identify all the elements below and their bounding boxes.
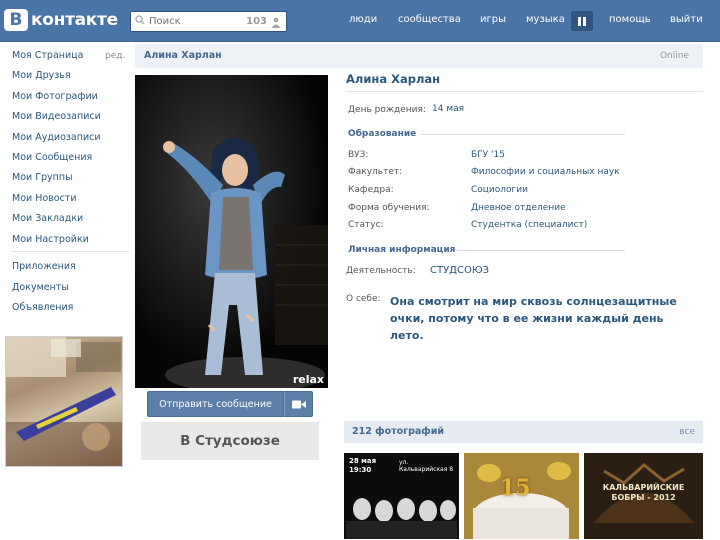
menu-audio[interactable]: Мои Аудиозаписи bbox=[12, 132, 101, 143]
photo-watermark: relax bbox=[292, 373, 324, 386]
menu-my-page[interactable]: Моя Страница bbox=[12, 50, 83, 61]
name-divider bbox=[346, 91, 703, 92]
nav-games[interactable]: игры bbox=[480, 14, 506, 25]
profile-photo[interactable]: relax bbox=[135, 75, 328, 388]
title-name: Алина Харлан bbox=[144, 50, 222, 61]
about-label: О себе: bbox=[346, 294, 381, 304]
education-divider bbox=[420, 134, 625, 135]
logo-icon: В bbox=[4, 9, 28, 31]
photo-thumbnail-1[interactable]: 28 мая 19:30 ул. Кальварийская 8 bbox=[344, 453, 459, 539]
logo-text: контакте bbox=[31, 10, 118, 30]
pause-icon[interactable] bbox=[571, 11, 593, 31]
edu-label-university: ВУЗ: bbox=[348, 150, 369, 160]
nav-help[interactable]: помощь bbox=[609, 14, 651, 25]
menu-documents[interactable]: Документы bbox=[12, 282, 69, 293]
top-header: В контакте 103 люди сообщества игры музы… bbox=[0, 0, 720, 42]
thumb1-time: 19:30 bbox=[349, 466, 372, 474]
thumb1-address: ул. Кальварийская 8 bbox=[399, 459, 454, 473]
edu-value-university[interactable]: БГУ '15 bbox=[471, 150, 505, 160]
birthday-value[interactable]: 14 мая bbox=[432, 104, 464, 114]
menu-friends[interactable]: Мои Друзья bbox=[12, 70, 71, 81]
profile-title-bar: Алина Харлан Online bbox=[135, 44, 703, 68]
profile-name: Алина Харлан bbox=[346, 72, 441, 86]
menu-ads[interactable]: Объявления bbox=[12, 302, 73, 313]
nav-people[interactable]: люди bbox=[349, 14, 377, 25]
vk-logo[interactable]: В контакте bbox=[4, 8, 118, 32]
personal-info-title: Личная информация bbox=[348, 245, 456, 255]
activity-value[interactable]: СТУДСОЮЗ bbox=[430, 265, 489, 276]
menu-messages[interactable]: Мои Сообщения bbox=[12, 152, 92, 163]
search-input[interactable] bbox=[149, 16, 247, 27]
photos-all-link[interactable]: все bbox=[679, 427, 695, 437]
edu-label-faculty: Факультет: bbox=[348, 167, 403, 177]
photo-thumbnail-2[interactable]: 15 bbox=[464, 453, 579, 539]
edu-value-status[interactable]: Студентка (специалист) bbox=[471, 220, 587, 230]
edu-label-form: Форма обучения: bbox=[348, 203, 430, 213]
people-icon bbox=[270, 16, 282, 28]
about-text: Она смотрит на мир сквозь солнцезащитные… bbox=[390, 295, 677, 342]
nav-logout[interactable]: выйти bbox=[670, 14, 703, 25]
nav-communities[interactable]: сообщества bbox=[398, 14, 461, 25]
nav-music[interactable]: музыка bbox=[526, 14, 565, 25]
edu-value-faculty[interactable]: Философии и социальных наук bbox=[471, 167, 620, 177]
video-camera-icon bbox=[291, 400, 306, 408]
community-badge[interactable]: В Студсоюзе bbox=[141, 422, 319, 460]
edu-label-status: Статус: bbox=[348, 220, 384, 230]
activity-label: Деятельность: bbox=[346, 266, 416, 276]
photo-thumbnail-3[interactable]: КАЛЬВАРИЙСКИЕ БОБРЫ - 2012 bbox=[584, 453, 703, 539]
birthday-label: День рождения: bbox=[348, 105, 426, 115]
search-count: 103 bbox=[246, 16, 267, 27]
edu-label-department: Кафедра: bbox=[348, 185, 394, 195]
education-title: Образование bbox=[348, 129, 417, 139]
thumb1-date: 28 мая bbox=[349, 457, 377, 465]
menu-photos[interactable]: Мои Фотографии bbox=[12, 91, 98, 102]
photos-header: 212 фотографий все bbox=[344, 421, 703, 443]
send-message-button[interactable]: Отправить сообщение bbox=[147, 391, 284, 417]
menu-groups[interactable]: Мои Группы bbox=[12, 172, 73, 183]
online-status: Online bbox=[659, 51, 689, 61]
menu-bookmarks[interactable]: Мои Закладки bbox=[12, 213, 83, 224]
search-box[interactable]: 103 bbox=[130, 11, 287, 32]
menu-news[interactable]: Мои Новости bbox=[12, 193, 77, 204]
photos-count[interactable]: 212 фотографий bbox=[352, 426, 444, 437]
ad-banner-image[interactable] bbox=[5, 336, 123, 467]
thumb2-number: 15 bbox=[500, 475, 531, 501]
edu-value-form[interactable]: Дневное отделение bbox=[471, 203, 566, 213]
search-icon bbox=[131, 15, 149, 28]
menu-videos[interactable]: Мои Видеозаписи bbox=[12, 111, 101, 122]
menu-settings[interactable]: Мои Настройки bbox=[12, 234, 89, 245]
personal-info-divider bbox=[455, 250, 625, 251]
thumb3-text: КАЛЬВАРИЙСКИЕ БОБРЫ - 2012 bbox=[602, 483, 685, 502]
menu-divider bbox=[12, 251, 129, 252]
edu-value-department[interactable]: Социологии bbox=[471, 185, 528, 195]
menu-edit-link[interactable]: ред. bbox=[105, 51, 125, 61]
video-call-button[interactable] bbox=[284, 391, 313, 417]
menu-apps[interactable]: Приложения bbox=[12, 261, 76, 272]
